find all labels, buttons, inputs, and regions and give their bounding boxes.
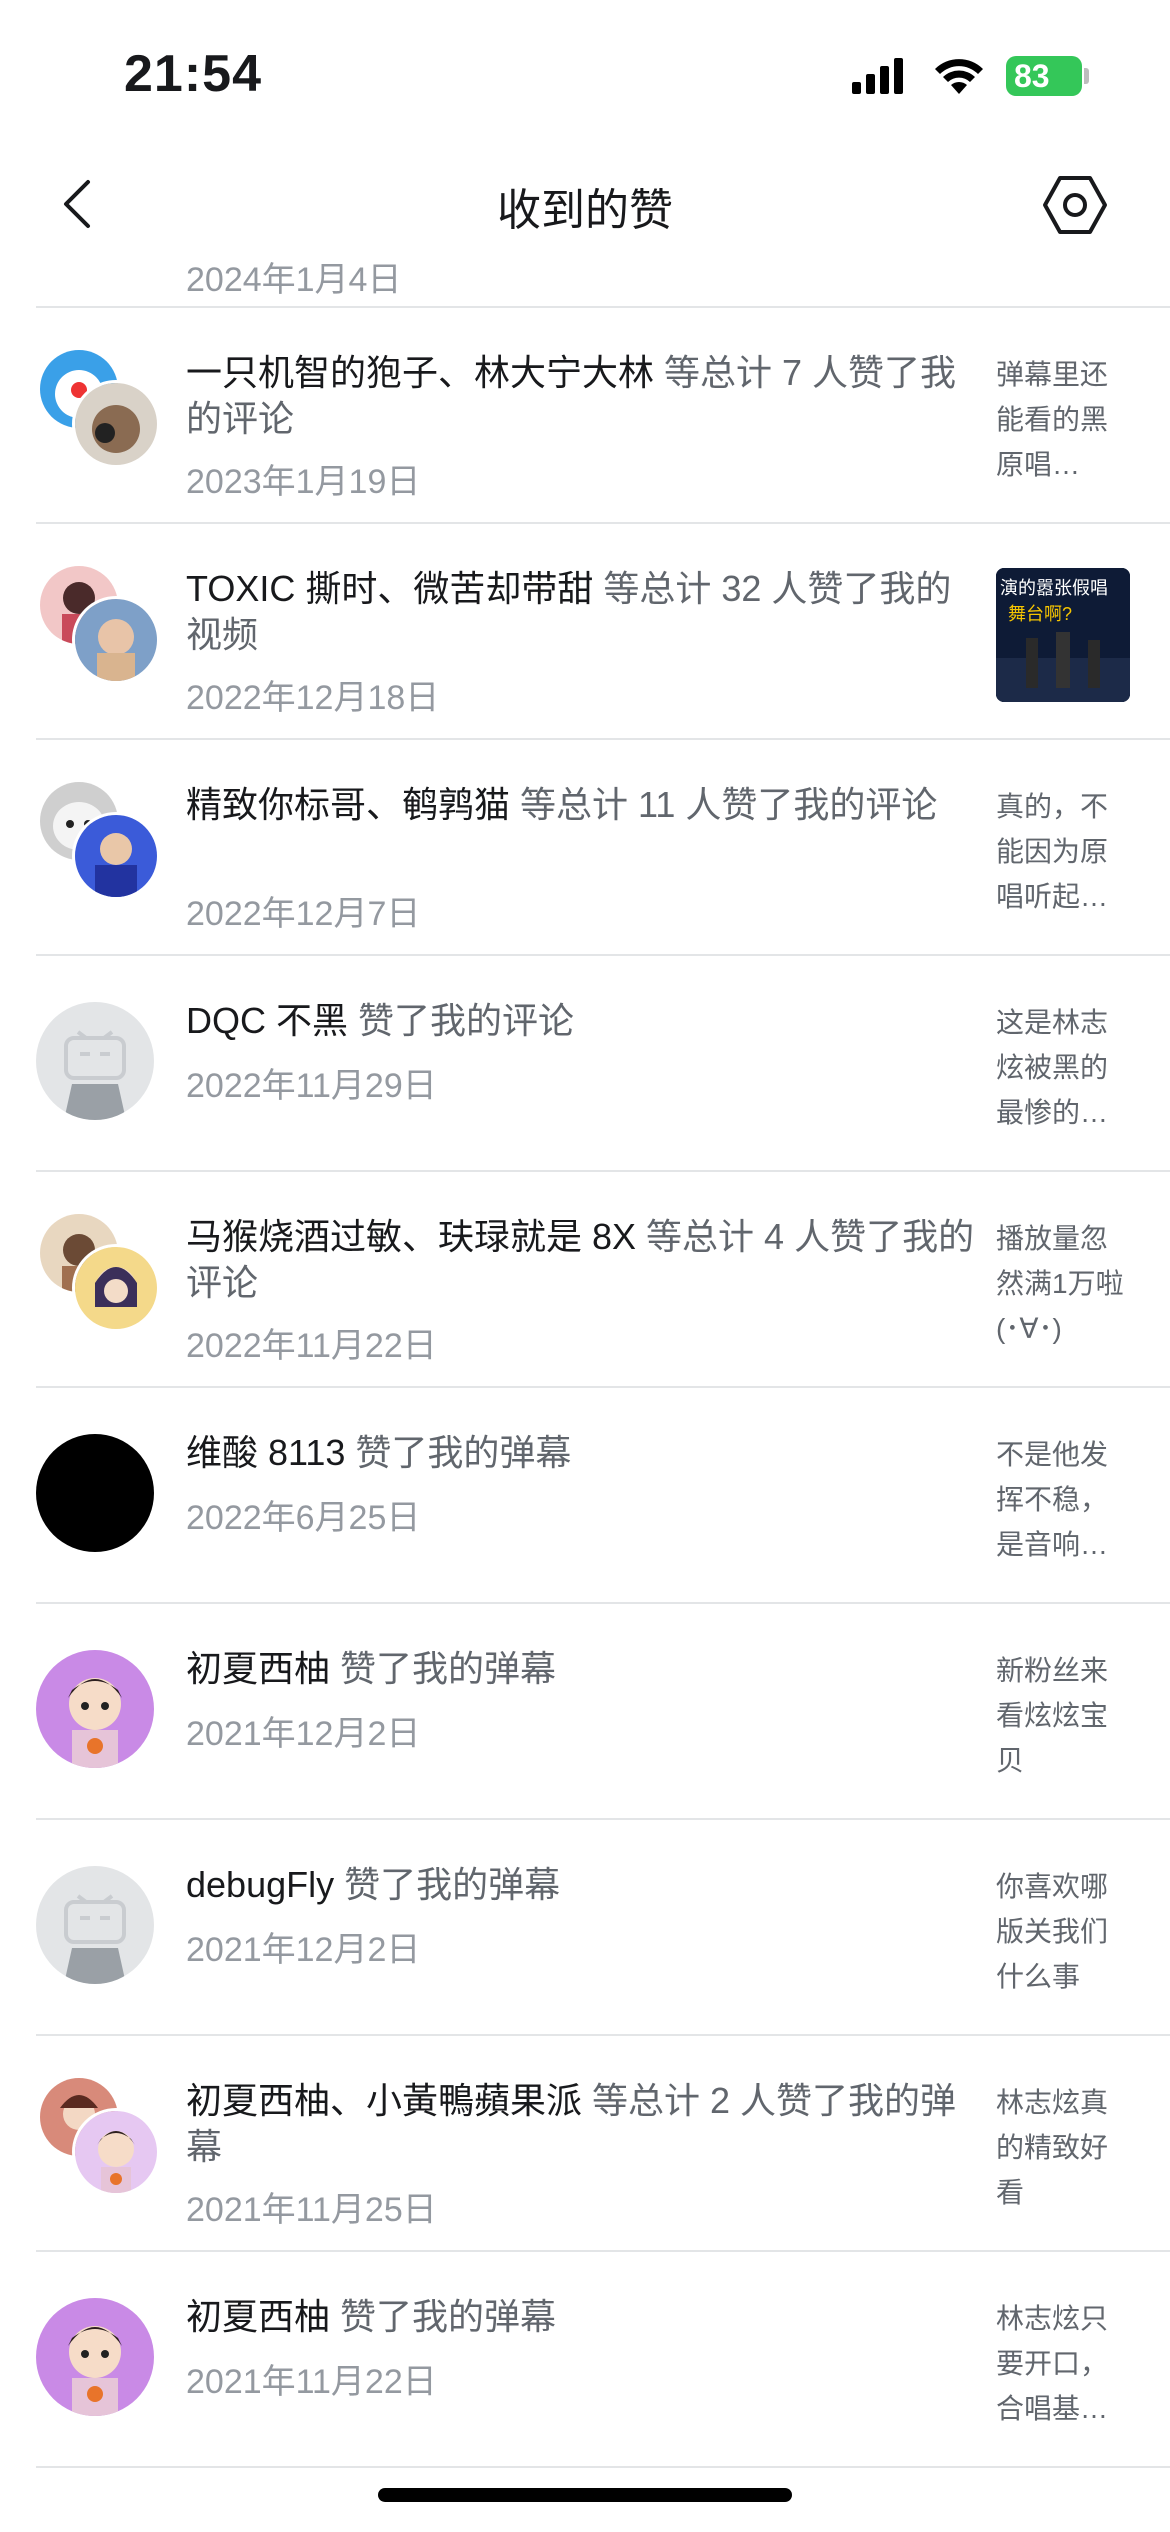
like-text: DQC 不黑 赞了我的评论 — [186, 998, 976, 1044]
thumbnail-caption-2: 舞台啊? — [1008, 604, 1073, 624]
like-date: 2022年11月22日 — [186, 1327, 437, 1365]
avatar[interactable] — [72, 812, 160, 900]
comment-preview[interactable]: 真的，不能因为原唱听起… — [996, 784, 1126, 919]
like-date: 2021年11月25日 — [186, 2191, 437, 2229]
like-action: 赞了我的评论 — [348, 1000, 575, 1041]
avatar[interactable] — [72, 596, 160, 684]
settings-icon[interactable] — [1040, 170, 1110, 240]
liker-names[interactable]: 初夏西柚 — [186, 1648, 330, 1689]
nav-bar: 收到的赞 — [0, 150, 1170, 260]
divider — [36, 2466, 1170, 2468]
like-text: 初夏西柚、小黃鴨蘋果派 等总计 2 人赞了我的弹幕 — [186, 2078, 976, 2170]
like-date: 2023年1月19日 — [186, 463, 421, 501]
list-item[interactable]: 初夏西柚、小黃鴨蘋果派 等总计 2 人赞了我的弹幕 2021年11月25日 林志… — [0, 2036, 1170, 2252]
like-date: 2021年12月2日 — [186, 1931, 421, 1969]
like-text: TOXIC 撕时、微苦却带甜 等总计 32 人赞了我的视频 — [186, 566, 976, 658]
like-date: 2022年12月18日 — [186, 679, 440, 717]
like-action: 赞了我的弹幕 — [330, 2296, 557, 2337]
avatar[interactable] — [72, 1244, 160, 1332]
like-text: 马猴烧酒过敏、玞琭就是 8X 等总计 4 人赞了我的评论 — [186, 1214, 976, 1306]
like-action: 赞了我的弹幕 — [330, 1648, 557, 1689]
comment-preview[interactable]: 这是林志炫被黑的最惨的… — [996, 1000, 1126, 1135]
avatar[interactable] — [72, 2108, 160, 2196]
partial-row-date: 2024年1月4日 — [186, 261, 402, 299]
like-date: 2021年11月22日 — [186, 2363, 437, 2401]
list-item[interactable]: 初夏西柚 赞了我的弹幕 2021年11月22日 林志炫只要开口，合唱基… — [0, 2252, 1170, 2468]
list-item[interactable]: 马猴烧酒过敏、玞琭就是 8X 等总计 4 人赞了我的评论 2022年11月22日… — [0, 1172, 1170, 1388]
signal-icon — [852, 58, 903, 94]
like-action: 赞了我的弹幕 — [345, 1432, 572, 1473]
liker-names[interactable]: 维酸 8113 — [186, 1432, 345, 1473]
page-title: 收到的赞 — [497, 186, 673, 235]
avatar[interactable] — [36, 1650, 154, 1768]
list-item[interactable]: debugFly 赞了我的弹幕 2021年12月2日 你喜欢哪版关我们什么事 — [0, 1820, 1170, 2036]
like-date: 2022年6月25日 — [186, 1499, 421, 1537]
like-date: 2022年12月7日 — [186, 895, 421, 933]
battery-icon: 83 — [1006, 56, 1082, 96]
likes-list: 2024年1月4日 一只机智的狍子、林大宁大林 等总计 7 人赞了我的评论 20… — [0, 260, 1170, 2532]
liker-names[interactable]: 马猴烧酒过敏、玞琭就是 8X — [186, 1216, 636, 1257]
comment-preview[interactable]: 弹幕里还能看的黑原唱… — [996, 352, 1126, 487]
liker-names[interactable]: 初夏西柚 — [186, 2296, 330, 2337]
list-item[interactable]: 维酸 8113 赞了我的弹幕 2022年6月25日 不是他发挥不稳，是音响… — [0, 1388, 1170, 1604]
comment-preview[interactable]: 林志炫只要开口，合唱基… — [996, 2296, 1126, 2431]
status-time: 21:54 — [124, 45, 262, 103]
list-item[interactable]: TOXIC 撕时、微苦却带甜 等总计 32 人赞了我的视频 2022年12月18… — [0, 524, 1170, 740]
list-item[interactable]: 精致你标哥、鹌鹑猫 等总计 11 人赞了我的评论 2022年12月7日 真的，不… — [0, 740, 1170, 956]
like-action: 赞了我的弹幕 — [334, 1864, 561, 1905]
avatar[interactable] — [36, 1002, 154, 1120]
avatar[interactable] — [36, 1866, 154, 1984]
liker-names[interactable]: debugFly — [186, 1864, 334, 1905]
like-text: 初夏西柚 赞了我的弹幕 — [186, 1646, 976, 1692]
like-date: 2021年12月2日 — [186, 1715, 421, 1753]
like-text: debugFly 赞了我的弹幕 — [186, 1862, 976, 1908]
liker-names[interactable]: 精致你标哥、鹌鹑猫 — [186, 784, 510, 825]
home-indicator[interactable] — [378, 2488, 792, 2502]
comment-preview[interactable]: 不是他发挥不稳，是音响… — [996, 1432, 1126, 1567]
like-text: 精致你标哥、鹌鹑猫 等总计 11 人赞了我的评论 — [186, 782, 976, 828]
like-date: 2022年11月29日 — [186, 1067, 437, 1105]
like-text: 一只机智的狍子、林大宁大林 等总计 7 人赞了我的评论 — [186, 350, 976, 442]
avatar[interactable] — [36, 1434, 154, 1552]
comment-preview[interactable]: 林志炫真的精致好看 — [996, 2080, 1126, 2215]
comment-preview[interactable]: 播放量忽然满1万啦 (･∀･) — [996, 1216, 1126, 1351]
avatar[interactable] — [36, 2298, 154, 2416]
battery-cap — [1084, 68, 1089, 84]
like-text: 初夏西柚 赞了我的弹幕 — [186, 2294, 976, 2340]
battery-level: 83 — [1014, 58, 1050, 94]
list-item[interactable]: DQC 不黑 赞了我的评论 2022年11月29日 这是林志炫被黑的最惨的… — [0, 956, 1170, 1172]
wifi-icon — [935, 59, 983, 94]
liker-names[interactable]: DQC 不黑 — [186, 1000, 348, 1041]
comment-preview[interactable]: 新粉丝来看炫炫宝贝 — [996, 1648, 1126, 1783]
list-item[interactable]: 初夏西柚 赞了我的弹幕 2021年12月2日 新粉丝来看炫炫宝贝 — [0, 1604, 1170, 1820]
avatar[interactable] — [72, 380, 160, 468]
liker-names[interactable]: TOXIC 撕时、微苦却带甜 — [186, 568, 593, 609]
like-text: 维酸 8113 赞了我的弹幕 — [186, 1430, 976, 1476]
liker-names[interactable]: 一只机智的狍子、林大宁大林 — [186, 352, 654, 393]
video-thumbnail[interactable]: 演的嚣张假唱 舞台啊? — [996, 568, 1130, 702]
list-item[interactable]: 一只机智的狍子、林大宁大林 等总计 7 人赞了我的评论 2023年1月19日 弹… — [0, 308, 1170, 524]
status-bar: 21:54 83 — [0, 0, 1170, 150]
liker-names[interactable]: 初夏西柚、小黃鴨蘋果派 — [186, 2080, 582, 2121]
like-action: 等总计 11 人赞了我的评论 — [510, 784, 938, 825]
comment-preview[interactable]: 你喜欢哪版关我们什么事 — [996, 1864, 1126, 1999]
thumbnail-caption: 演的嚣张假唱 — [1000, 578, 1108, 598]
